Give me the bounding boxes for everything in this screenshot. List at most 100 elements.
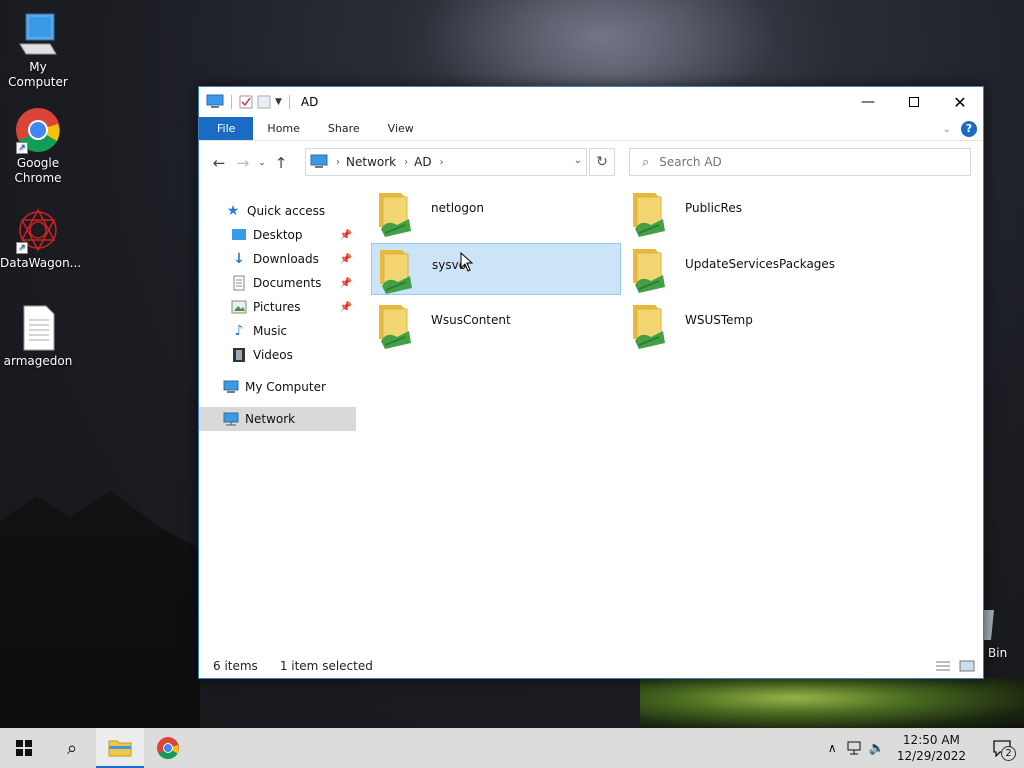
desktop-icon-google-chrome[interactable]: ↗ Google Chrome	[0, 106, 76, 186]
nav-label: Downloads	[253, 252, 319, 266]
refresh-icon: ↻	[596, 154, 608, 170]
tab-share[interactable]: Share	[314, 117, 374, 140]
title-bar[interactable]: ▼ AD — ✕	[199, 87, 983, 117]
help-icon[interactable]: ?	[961, 121, 977, 137]
nav-item-music[interactable]: ♪ Music	[199, 319, 356, 343]
search-taskbar-button[interactable]: ⌕	[48, 728, 96, 768]
customize-dropdown-icon[interactable]: ▼	[275, 97, 282, 107]
status-bar: 6 items 1 item selected	[199, 654, 983, 678]
expand-ribbon-icon[interactable]: ⌄	[943, 124, 951, 135]
pin-icon: 📌	[339, 277, 352, 289]
nav-label: Network	[245, 412, 296, 426]
folder-name: WsusContent	[431, 313, 511, 327]
volume-icon[interactable]: 🔈	[869, 741, 885, 756]
music-icon: ♪	[234, 323, 244, 339]
nav-item-network[interactable]: Network	[199, 407, 356, 431]
minimize-icon: —	[861, 94, 875, 110]
network-status-icon[interactable]	[847, 741, 863, 755]
folder-name: WSUSTemp	[685, 313, 753, 327]
folder-item[interactable]: WSUSTemp	[625, 299, 875, 351]
computer-icon	[223, 379, 239, 395]
close-button[interactable]: ✕	[937, 87, 983, 117]
wallpaper-mountains	[0, 490, 200, 730]
pin-icon: 📌	[339, 229, 352, 241]
network-icon	[223, 411, 239, 427]
text-file-icon	[14, 304, 62, 352]
desktop-icon-datawagon[interactable]: ↗ DataWagon...	[0, 206, 81, 271]
chevron-right-icon[interactable]: ›	[440, 157, 444, 168]
desktop-icon-armagedon[interactable]: armagedon	[0, 304, 76, 369]
file-explorer-icon	[108, 740, 132, 757]
desktop-icon-label: armagedon	[3, 354, 73, 368]
nav-item-pictures[interactable]: Pictures 📌	[199, 295, 356, 319]
nav-label: Quick access	[247, 204, 326, 218]
nav-item-videos[interactable]: Videos	[199, 343, 356, 367]
properties-icon[interactable]	[239, 95, 253, 109]
tab-file[interactable]: File	[199, 117, 254, 140]
nav-quick-access[interactable]: ★ Quick access	[199, 199, 356, 223]
show-hidden-icons-icon[interactable]: ∧	[828, 741, 837, 755]
recent-locations-icon[interactable]: ⌄	[255, 158, 269, 168]
folder-item[interactable]: netlogon	[371, 187, 621, 239]
search-input[interactable]	[659, 155, 940, 169]
nav-item-downloads[interactable]: ↓ Downloads 📌	[199, 247, 356, 271]
navigation-pane: ★ Quick access Desktop 📌 ↓ Downloads 📌 D…	[199, 185, 356, 645]
folder-item[interactable]: UpdateServicesPackages	[625, 243, 875, 295]
search-icon: ⌕	[642, 154, 650, 170]
clock[interactable]: 12:50 AM 12/29/2022	[897, 732, 966, 764]
tab-home[interactable]: Home	[253, 117, 313, 140]
details-view-icon[interactable]	[935, 660, 951, 672]
documents-icon	[231, 275, 247, 291]
folder-item[interactable]: WsusContent	[371, 299, 621, 351]
new-folder-icon[interactable]	[257, 95, 271, 109]
tab-view[interactable]: View	[374, 117, 428, 140]
address-dropdown-icon[interactable]: ⌄	[574, 155, 582, 166]
pin-icon: 📌	[339, 301, 352, 313]
datawagon-icon: ↗	[14, 206, 62, 254]
nav-label: Documents	[253, 276, 322, 290]
search-icon: ⌕	[66, 737, 78, 759]
chevron-right-icon[interactable]: ›	[336, 157, 340, 168]
refresh-button[interactable]: ↻	[589, 148, 615, 176]
large-icons-view-icon[interactable]	[959, 660, 975, 672]
breadcrumb-network[interactable]: Network	[346, 155, 396, 169]
chevron-right-icon[interactable]: ›	[404, 157, 408, 168]
folder-name: UpdateServicesPackages	[685, 257, 836, 271]
clock-date: 12/29/2022	[896, 749, 966, 763]
desktop-icon	[231, 227, 247, 243]
nav-item-documents[interactable]: Documents 📌	[199, 271, 356, 295]
quick-access-toolbar: ▼	[206, 94, 293, 110]
taskbar: ⌕ ∧ 🔈 12:50 AM 12/29/2022 2	[0, 728, 1024, 768]
back-button[interactable]: ←	[207, 154, 231, 172]
forward-button[interactable]: →	[231, 154, 255, 172]
nav-label: Desktop	[253, 228, 303, 242]
nav-item-my-computer[interactable]: My Computer	[199, 375, 356, 399]
desktop-icon-my-computer[interactable]: My Computer	[0, 10, 76, 90]
up-button[interactable]: ↑	[269, 154, 293, 172]
minimize-button[interactable]: —	[845, 87, 891, 117]
shortcut-arrow-icon: ↗	[16, 242, 28, 254]
nav-item-desktop[interactable]: Desktop 📌	[199, 223, 356, 247]
chrome-icon	[157, 737, 179, 759]
desktop-icon-label: DataWagon...	[0, 256, 82, 270]
pin-icon: 📌	[339, 253, 352, 265]
notification-badge: 2	[1001, 746, 1016, 761]
desktop-icon-label: Bin	[988, 646, 1008, 660]
clock-time: 12:50 AM	[902, 733, 960, 747]
desktop-icon-recycle-bin[interactable]: Bin	[978, 606, 1024, 660]
search-box[interactable]: ⌕	[629, 148, 971, 176]
start-button[interactable]	[0, 728, 48, 768]
breadcrumb-ad[interactable]: AD	[414, 155, 431, 169]
notification-button[interactable]: 2	[980, 728, 1024, 768]
videos-icon	[231, 347, 247, 363]
folder-item[interactable]: PublicRes	[625, 187, 875, 239]
address-bar[interactable]: › Network › AD › ⌄	[305, 148, 587, 176]
maximize-button[interactable]	[891, 87, 937, 117]
selection-count: 1 item selected	[279, 659, 373, 673]
taskbar-file-explorer[interactable]	[96, 728, 144, 768]
download-icon: ↓	[233, 251, 245, 267]
taskbar-chrome[interactable]	[144, 728, 192, 768]
shared-folder-icon	[375, 301, 417, 349]
folder-item[interactable]: sysvol	[371, 243, 621, 295]
nav-label: My Computer	[245, 380, 326, 394]
